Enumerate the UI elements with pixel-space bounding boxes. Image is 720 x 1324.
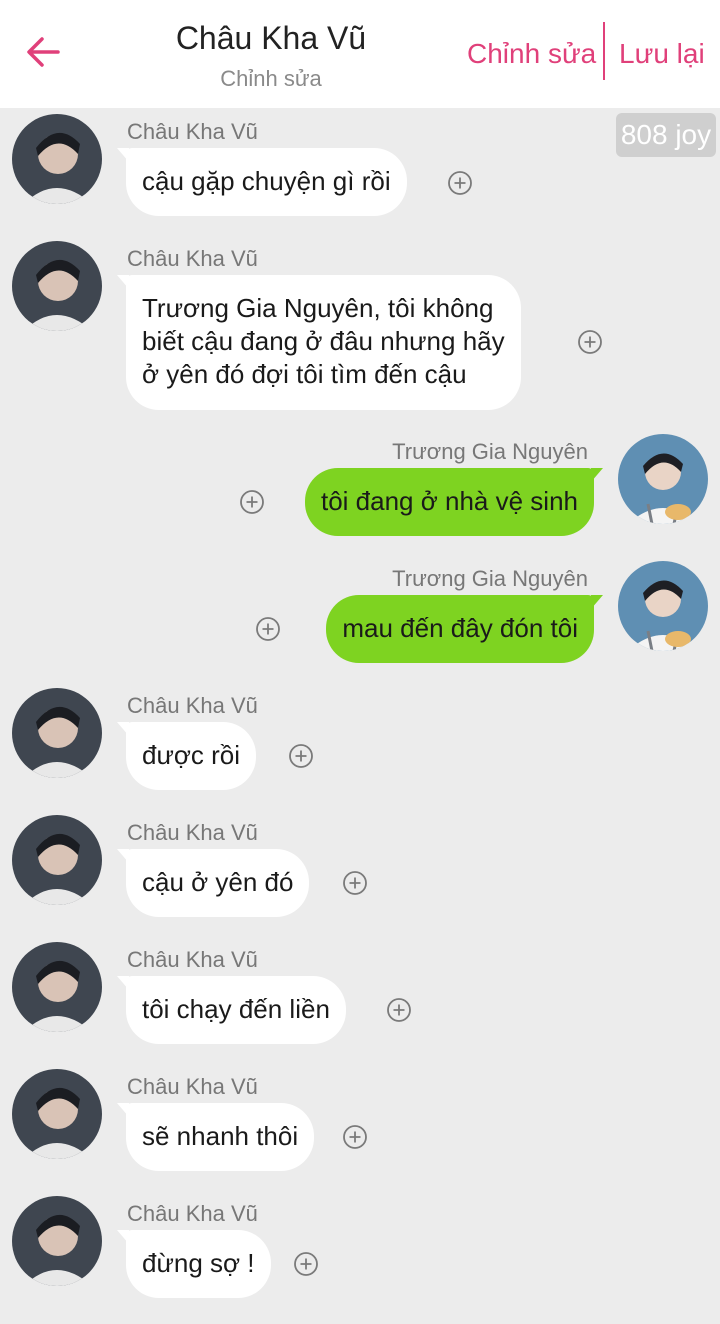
avatar[interactable] <box>12 114 102 204</box>
message-text: cậu ở yên đó <box>142 867 294 897</box>
sender-name: Châu Kha Vũ <box>127 1074 258 1099</box>
title-block: Châu Kha Vũ Chỉnh sửa <box>120 18 422 94</box>
top-bar: Châu Kha Vũ Chỉnh sửa Chỉnh sửa Lưu lại <box>0 0 720 108</box>
avatar[interactable] <box>12 942 102 1032</box>
message-text: đừng sợ ! <box>142 1248 255 1278</box>
message-text: sẽ nhanh thôi <box>142 1121 299 1151</box>
message-bubble[interactable]: tôi chạy đến liền <box>117 976 346 1044</box>
sender-name: Châu Kha Vũ <box>127 1201 258 1226</box>
sender-name: Trương Gia Nguyên <box>392 439 588 464</box>
message-bubble[interactable]: cậu gặp chuyện gì rồi <box>117 148 407 216</box>
plus-circle-icon[interactable] <box>288 743 314 769</box>
header-divider <box>603 22 605 80</box>
sender-name: Trương Gia Nguyên <box>392 566 588 591</box>
edit-button[interactable]: Chỉnh sửa <box>467 36 596 72</box>
plus-circle-icon[interactable] <box>577 329 603 355</box>
arrow-left-icon <box>27 37 60 67</box>
avatar[interactable] <box>12 1196 102 1286</box>
sender-name: Châu Kha Vũ <box>127 820 258 845</box>
plus-circle-icon[interactable] <box>386 997 412 1023</box>
back-button[interactable] <box>22 30 66 74</box>
plus-circle-icon[interactable] <box>239 489 265 515</box>
avatar[interactable] <box>12 1069 102 1159</box>
chat-title: Châu Kha Vũ <box>175 20 367 56</box>
message-text: Trương Gia Nguyên, tôi không <box>142 293 494 323</box>
plus-circle-icon[interactable] <box>293 1251 319 1277</box>
message-text: mau đến đây đón tôi <box>342 613 578 643</box>
plus-circle-icon[interactable] <box>255 616 281 642</box>
watermark: 808 joy <box>616 113 716 157</box>
message-bubble[interactable]: cậu ở yên đó <box>116 849 310 917</box>
message-text: cậu gặp chuyện gì rồi <box>142 166 391 196</box>
message-bubble[interactable]: được rồi <box>116 722 257 790</box>
avatar[interactable] <box>12 241 102 331</box>
sender-name: Châu Kha Vũ <box>127 947 258 972</box>
message-bubble[interactable]: đừng sợ ! <box>117 1230 271 1298</box>
sender-name: Châu Kha Vũ <box>127 693 258 718</box>
message-text: được rồi <box>142 740 241 770</box>
avatar[interactable] <box>12 688 102 778</box>
message-text: ở yên đó đợi tôi tìm đến cậu <box>142 359 467 389</box>
message-bubble[interactable]: sẽ nhanh thôi <box>116 1103 315 1171</box>
message-bubble[interactable]: tôi đang ở nhà vệ sinh <box>304 468 604 536</box>
plus-circle-icon[interactable] <box>342 870 368 896</box>
sender-name: Châu Kha Vũ <box>127 119 258 144</box>
message-text: biết cậu đang ở đâu nhưng hãy <box>142 326 505 356</box>
message-text: tôi chạy đến liền <box>142 994 330 1024</box>
plus-circle-icon[interactable] <box>447 170 473 196</box>
plus-circle-icon[interactable] <box>342 1124 368 1150</box>
message-bubble[interactable]: Trương Gia Nguyên, tôi không biết cậu đa… <box>117 275 521 410</box>
avatar[interactable] <box>12 815 102 905</box>
message-bubble[interactable]: mau đến đây đón tôi <box>326 595 603 663</box>
avatar[interactable] <box>618 561 708 651</box>
save-button[interactable]: Lưu lại <box>619 36 705 72</box>
message-text: tôi đang ở nhà vệ sinh <box>320 486 578 516</box>
chat-subtitle: Chỉnh sửa <box>220 66 322 91</box>
sender-name: Châu Kha Vũ <box>127 246 258 271</box>
avatar[interactable] <box>618 434 708 524</box>
